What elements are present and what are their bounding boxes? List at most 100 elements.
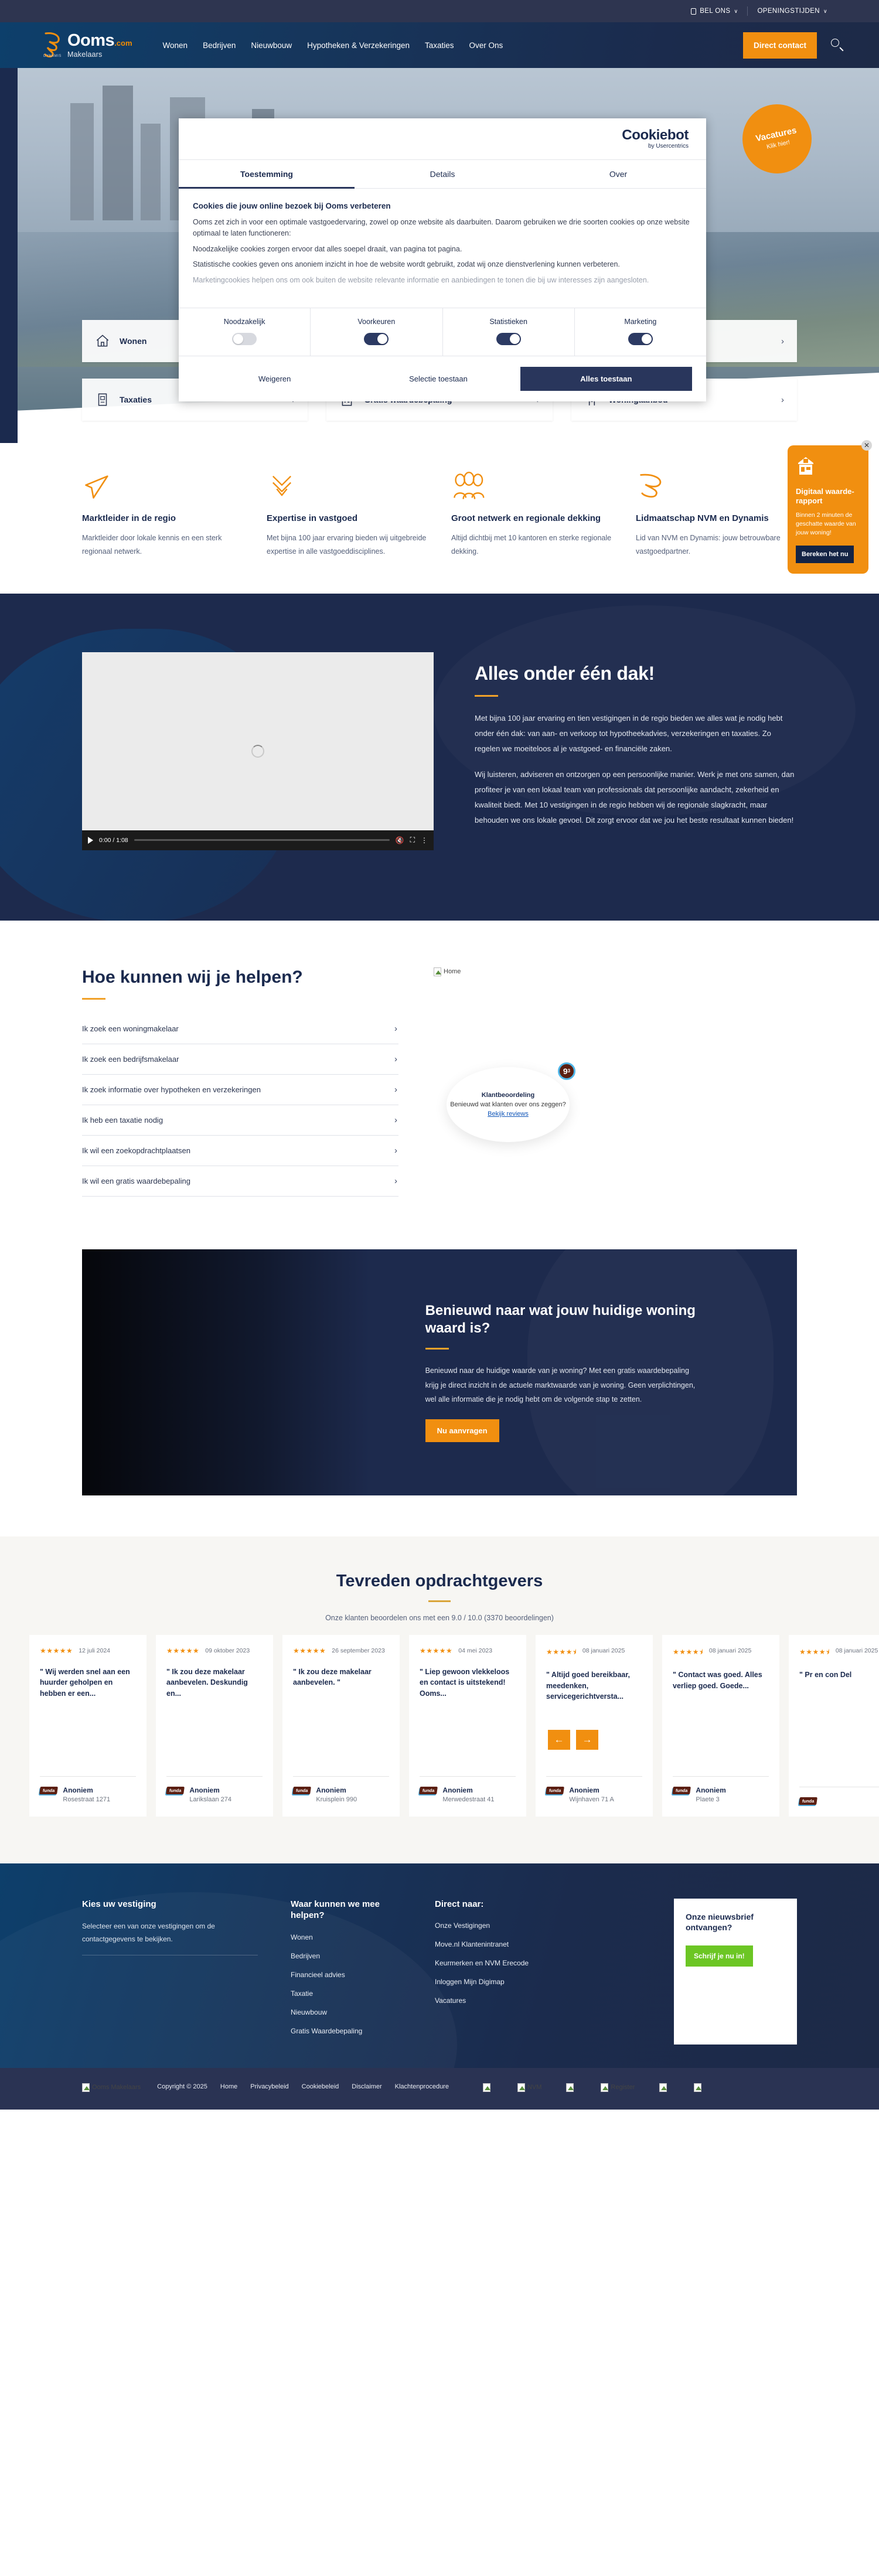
about-title: Alles onder één dak!: [475, 662, 655, 684]
help-item-taxatie[interactable]: Ik heb een taxatie nodig ›: [82, 1105, 398, 1136]
cookie-allow-all-button[interactable]: Alles toestaan: [520, 366, 692, 391]
broken-image-icon: [694, 2083, 702, 2092]
help-item-waardebepaling[interactable]: Ik wil een gratis waardebepaling ›: [82, 1166, 398, 1197]
direct-contact-button[interactable]: Direct contact: [742, 32, 817, 59]
review-author: Anoniem: [316, 1786, 346, 1794]
tab-details[interactable]: Details: [355, 160, 530, 188]
partner-logo-alt: Register: [611, 2084, 635, 2091]
footer-link-home[interactable]: Home: [220, 2083, 237, 2090]
arrow-right-icon[interactable]: →: [576, 1729, 598, 1750]
cookie-heading: Cookies die jouw online bezoek bij Ooms …: [193, 202, 391, 210]
footer-link-disclaimer[interactable]: Disclaimer: [352, 2083, 381, 2090]
utility-topbar: BEL ONS ∨ OPENINGSTIJDEN ∨: [0, 0, 879, 22]
help-item-woningmakelaar[interactable]: Ik zoek een woningmakelaar ›: [82, 1014, 398, 1044]
search-icon[interactable]: [831, 39, 844, 52]
chevron-right-icon: ›: [394, 1175, 397, 1186]
star-rating-icon: ★★★★★: [166, 1646, 200, 1655]
chevron-right-icon: ›: [394, 1145, 397, 1156]
footer-link-bedrijven[interactable]: Bedrijven: [291, 1951, 402, 1961]
review-author: Anoniem: [569, 1786, 599, 1794]
help-item-label: Ik zoek informatie over hypotheken en ve…: [82, 1085, 261, 1094]
usp-text: Marktleider door lokale kennis en een st…: [82, 533, 222, 556]
topbar-item-openingstijden[interactable]: OPENINGSTIJDEN ∨: [748, 8, 837, 15]
footer-link-privacybeleid[interactable]: Privacybeleid: [250, 2083, 288, 2090]
kebab-menu-icon[interactable]: ⋮: [421, 836, 428, 844]
reviews-carousel[interactable]: ★★★★★ 12 juli 2024 " Wij werden snel aan…: [0, 1622, 879, 1817]
klantbeoordeling-bubble[interactable]: 93 Klantbeoordeling Benieuwd wat klanten…: [447, 1062, 575, 1142]
video-progress-bar[interactable]: [134, 839, 390, 841]
bereken-het-nu-button[interactable]: Bereken het nu: [796, 546, 854, 564]
review-card: ★★★★⯨ 08 januari 2025 " Pr en con Del fu…: [789, 1634, 879, 1817]
bekijk-reviews-link[interactable]: Bekijk reviews: [488, 1110, 529, 1117]
footer-link-digimap[interactable]: Inloggen Mijn Digimap: [435, 1977, 570, 1987]
footer-link-vacatures[interactable]: Vacatures: [435, 1995, 570, 2006]
help-item-hypotheken[interactable]: Ik zoek informatie over hypotheken en ve…: [82, 1075, 398, 1105]
review-address: Larikslaan 274: [189, 1795, 231, 1803]
review-quote: " Ik zou deze makelaar aanbevelen. ": [293, 1667, 372, 1687]
chevron-right-icon: ›: [394, 1054, 397, 1064]
carousel-navigation: ← →: [548, 1729, 598, 1750]
review-date: 26 september 2023: [332, 1647, 385, 1654]
toggle-noodzakelijk[interactable]: [232, 332, 257, 345]
review-date: 08 januari 2025: [582, 1647, 625, 1654]
banner-photo: [82, 1249, 411, 1495]
footer-link-wonen[interactable]: Wonen: [291, 1932, 402, 1943]
cookiebot-name: Cookiebot: [622, 127, 689, 143]
tab-over[interactable]: Over: [530, 160, 706, 188]
nav-item-hypotheken[interactable]: Hypotheken & Verzekeringen: [307, 41, 410, 50]
funda-logo: funda: [166, 1786, 185, 1794]
review-date: 08 januari 2025: [835, 1647, 878, 1654]
tab-toestemming[interactable]: Toestemming: [179, 160, 355, 189]
cookie-allow-selection-button[interactable]: Selectie toestaan: [356, 367, 520, 391]
footer-link-onze-vestigingen[interactable]: Onze Vestigingen: [435, 1920, 570, 1931]
help-item-zoekopdracht[interactable]: Ik wil een zoekopdrachtplaatsen ›: [82, 1136, 398, 1166]
newsletter-subscribe-button[interactable]: Schrijf je nu in!: [686, 1945, 753, 1967]
cookie-deny-button[interactable]: Weigeren: [193, 367, 356, 391]
chevron-right-icon: ›: [394, 1084, 397, 1095]
nav-item-over-ons[interactable]: Over Ons: [469, 41, 503, 50]
usp-item-lidmaatschap: Lidmaatschap NVM en Dynamis Lid van NVM …: [636, 471, 797, 558]
topbar-item-bel-ons[interactable]: BEL ONS ∨: [682, 8, 747, 15]
review-card: ★★★★★ 04 mei 2023 " Liep gewoon vlekkelo…: [409, 1634, 526, 1817]
review-date: 04 mei 2023: [458, 1647, 493, 1654]
nav-item-nieuwbouw[interactable]: Nieuwbouw: [251, 41, 292, 50]
footer-link-nieuwbouw[interactable]: Nieuwbouw: [291, 2007, 402, 2018]
cookie-text-fade: [193, 287, 692, 303]
topbar-label: BEL ONS: [700, 8, 731, 15]
site-logo[interactable]: DYNAMIS Ooms.com Makelaars: [42, 31, 132, 59]
toggle-marketing[interactable]: [628, 332, 653, 345]
help-item-bedrijfsmakelaar[interactable]: Ik zoek een bedrijfsmakelaar ›: [82, 1044, 398, 1075]
cookie-category-voorkeuren: Voorkeuren: [311, 308, 443, 356]
nav-item-taxaties[interactable]: Taxaties: [425, 41, 454, 50]
footer-link-taxatie[interactable]: Taxatie: [291, 1988, 402, 1999]
usp-title: Groot netwerk en regionale dekking: [451, 513, 601, 523]
reviews-subtitle: Onze klanten beoordelen ons met een 9.0 …: [325, 1613, 554, 1622]
nu-aanvragen-button[interactable]: Nu aanvragen: [425, 1419, 499, 1443]
chevron-right-icon: ›: [781, 336, 784, 346]
footer-link-financieel-advies[interactable]: Financieel advies: [291, 1970, 402, 1980]
footer-link-cookiebeleid[interactable]: Cookiebeleid: [302, 2083, 339, 2090]
nav-item-wonen[interactable]: Wonen: [163, 41, 188, 50]
fullscreen-icon[interactable]: ⛶: [410, 836, 415, 844]
review-address: Plaete 3: [696, 1795, 720, 1803]
broken-image-icon: [434, 967, 441, 976]
footer-logo-alt: Ooms Makelaars: [92, 2084, 141, 2091]
play-icon[interactable]: [88, 836, 93, 844]
review-card: ★★★★★ 12 juli 2024 " Wij werden snel aan…: [29, 1634, 146, 1817]
toggle-voorkeuren[interactable]: [364, 332, 389, 345]
nav-item-bedrijven[interactable]: Bedrijven: [203, 41, 236, 50]
footer-link-gratis-waardebepaling[interactable]: Gratis Waardebepaling: [291, 2026, 402, 2036]
close-icon[interactable]: ✕: [861, 440, 872, 451]
star-rating-icon: ★★★★★: [420, 1646, 453, 1655]
video-player[interactable]: 0:00 / 1:08 🔇 ⛶ ⋮: [82, 652, 434, 850]
funda-logo: funda: [419, 1786, 438, 1794]
toggle-statistieken[interactable]: [496, 332, 521, 345]
footer-column-helpen: Waar kunnen we mee helpen? Wonen Bedrijv…: [291, 1899, 402, 2045]
review-card: ★★★★★ 09 oktober 2023 " Ik zou deze make…: [156, 1634, 273, 1817]
arrow-left-icon[interactable]: ←: [548, 1729, 570, 1750]
mute-icon[interactable]: 🔇: [396, 836, 404, 844]
funda-logo: funda: [39, 1786, 59, 1794]
footer-link-klantenintranet[interactable]: Move.nl Klantenintranet: [435, 1939, 570, 1950]
footer-link-keurmerken[interactable]: Keurmerken en NVM Erecode: [435, 1958, 570, 1968]
footer-link-klachtenprocedure[interactable]: Klachtenprocedure: [395, 2083, 449, 2090]
